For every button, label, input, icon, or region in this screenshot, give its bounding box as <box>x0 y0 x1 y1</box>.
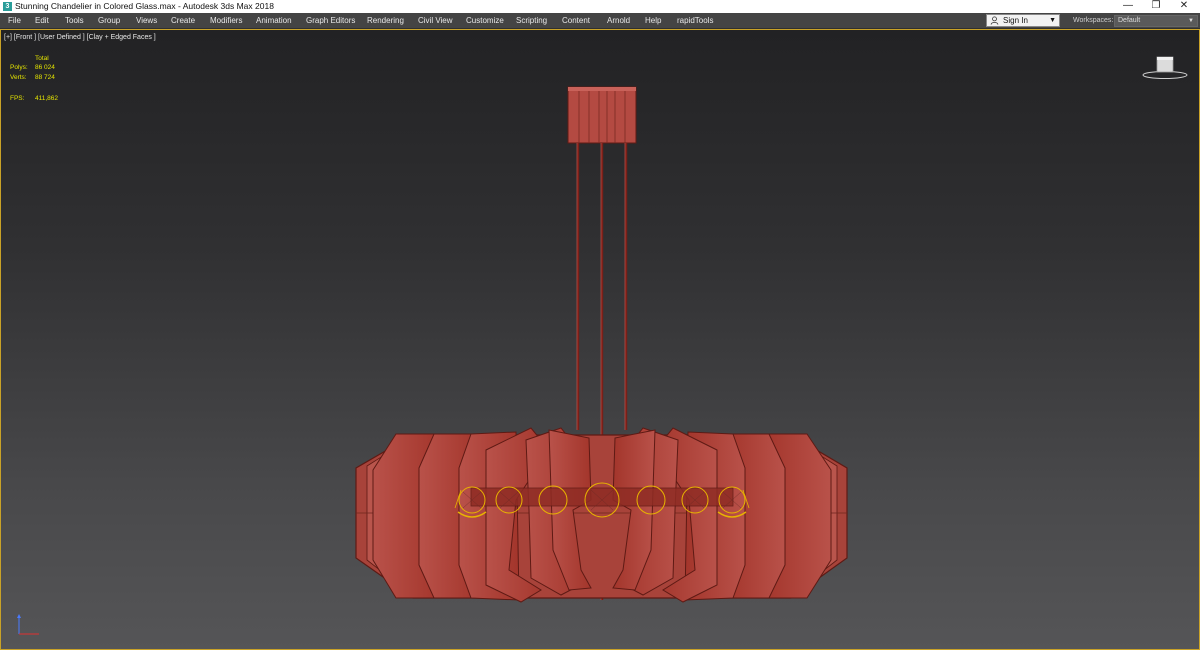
sign-in-dropdown[interactable]: Sign In ▼ <box>986 14 1060 27</box>
user-icon <box>990 16 999 25</box>
chandelier-model[interactable] <box>1 30 1199 649</box>
menu-group[interactable]: Group <box>98 13 120 28</box>
menu-rapidtools[interactable]: rapidTools <box>677 13 713 28</box>
menu-edit[interactable]: Edit <box>35 13 49 28</box>
menu-views[interactable]: Views <box>136 13 157 28</box>
menu-civil-view[interactable]: Civil View <box>418 13 453 28</box>
caret-down-icon: ▼ <box>1188 18 1194 24</box>
menu-graph-editors[interactable]: Graph Editors <box>306 13 355 28</box>
menu-file[interactable]: File <box>8 13 21 28</box>
close-button[interactable]: ✕ <box>1170 0 1198 13</box>
title-bar: 3 Stunning Chandelier in Colored Glass.m… <box>0 0 1200 13</box>
menu-scripting[interactable]: Scripting <box>516 13 547 28</box>
sign-in-label: Sign In <box>1003 16 1028 25</box>
ceiling-canopy[interactable] <box>567 86 637 144</box>
minimize-button[interactable]: — <box>1114 0 1142 13</box>
caret-down-icon: ▼ <box>1049 17 1056 24</box>
3ds-max-icon[interactable]: 3 <box>3 2 12 11</box>
menu-rendering[interactable]: Rendering <box>367 13 404 28</box>
menu-create[interactable]: Create <box>171 13 195 28</box>
menu-customize[interactable]: Customize <box>466 13 504 28</box>
workspaces-label: Workspaces: <box>1073 17 1114 24</box>
workspace-select[interactable]: Default ▼ <box>1114 15 1198 27</box>
menu-arnold[interactable]: Arnold <box>607 13 630 28</box>
front-viewport[interactable]: [+] [Front ] [User Defined ] [Clay + Edg… <box>0 29 1200 650</box>
window-title: Stunning Chandelier in Colored Glass.max… <box>15 1 274 11</box>
menu-modifiers[interactable]: Modifiers <box>210 13 242 28</box>
axis-tripod-icon <box>17 614 39 635</box>
restore-button[interactable]: ❐ <box>1142 0 1170 13</box>
menu-tools[interactable]: Tools <box>65 13 84 28</box>
menu-help[interactable]: Help <box>645 13 661 28</box>
menu-content[interactable]: Content <box>562 13 590 28</box>
workspace-value: Default <box>1118 17 1141 24</box>
menu-animation[interactable]: Animation <box>256 13 292 28</box>
center-hub[interactable] <box>470 487 734 507</box>
